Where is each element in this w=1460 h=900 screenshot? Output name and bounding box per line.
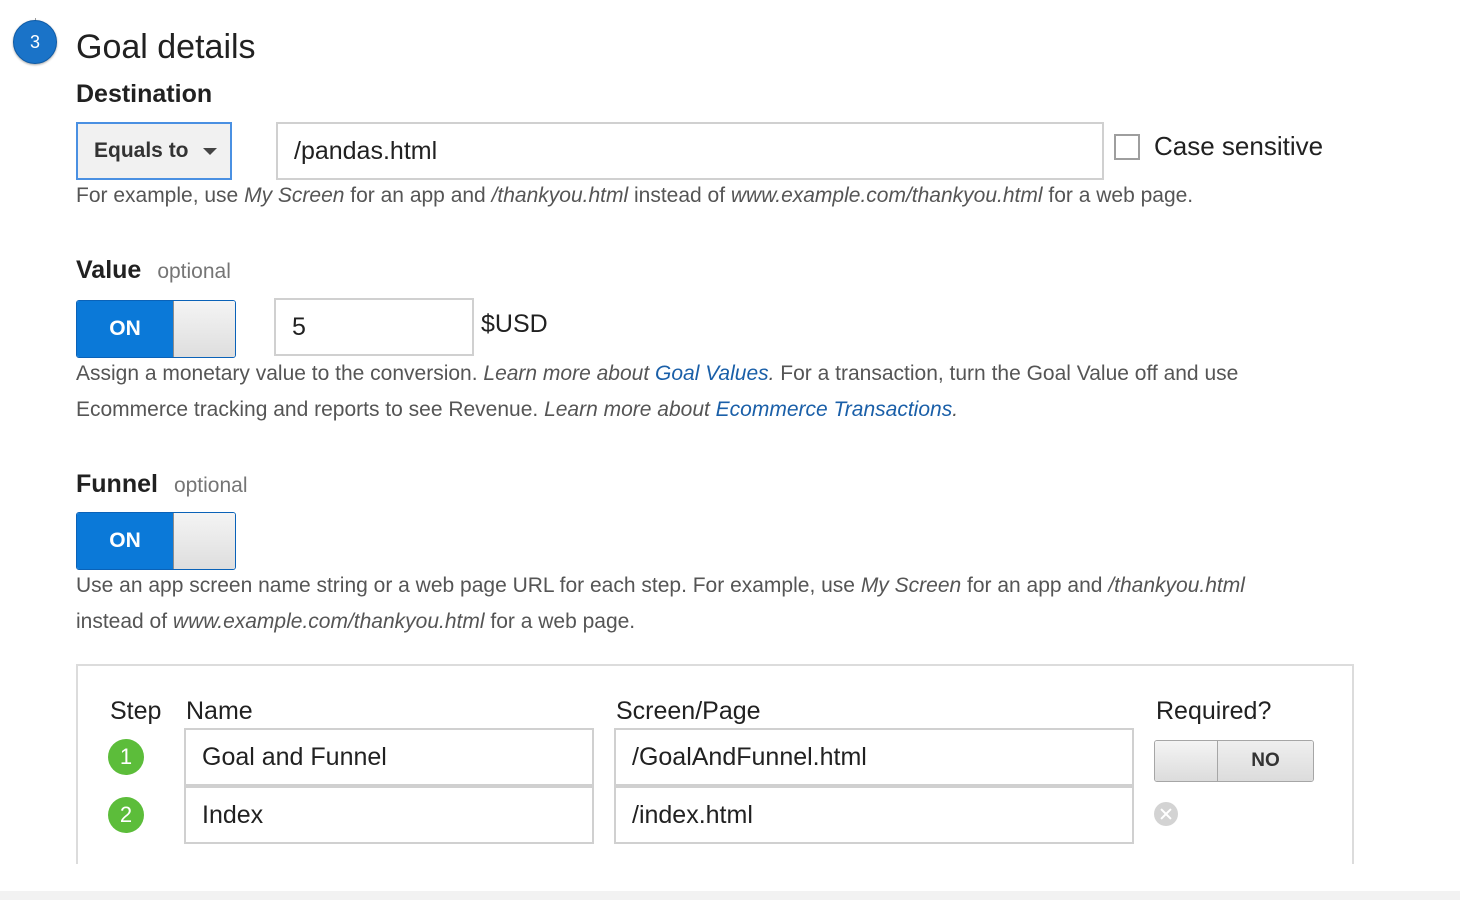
step-number-badge: 3 (13, 20, 57, 64)
destination-input-value: /pandas.html (294, 136, 438, 165)
match-type-dropdown[interactable]: Equals to (76, 122, 232, 180)
value-help-text: Assign a monetary value to the conversio… (76, 362, 1239, 421)
destination-help-text: For example, use My Screen for an app an… (76, 184, 1194, 207)
goal-values-link[interactable]: Goal Values (655, 362, 769, 385)
destination-input[interactable]: /pandas.html (276, 122, 1104, 180)
step-2-name-input[interactable]: Index (184, 786, 594, 844)
value-amount: 5 (292, 312, 306, 341)
ecommerce-transactions-link[interactable]: Ecommerce Transactions (716, 398, 953, 421)
value-toggle-on-label: ON (77, 301, 173, 357)
value-label: Value (76, 256, 142, 284)
funnel-label: Funnel (76, 470, 158, 498)
step-1-screen: /GoalAndFunnel.html (632, 742, 867, 771)
value-toggle-knob (173, 301, 235, 357)
destination-label: Destination (76, 80, 213, 108)
value-toggle[interactable]: ON (76, 300, 236, 358)
value-heading: Value optional (76, 256, 231, 285)
step-2-name: Index (202, 800, 264, 829)
step-1-required-toggle[interactable]: NO (1154, 740, 1314, 782)
funnel-toggle-on-label: ON (77, 513, 173, 569)
page-bottom-strip (0, 891, 1460, 900)
step-1-name-input[interactable]: Goal and Funnel (184, 728, 594, 786)
required-toggle-knob (1155, 741, 1218, 781)
required-toggle-no-label: NO (1218, 741, 1313, 781)
step-2-screen: /index.html (632, 800, 753, 829)
column-header-name: Name (186, 697, 253, 725)
value-optional-label: optional (157, 260, 231, 283)
case-sensitive-label: Case sensitive (1154, 131, 1324, 161)
currency-label: $USD (481, 310, 548, 338)
remove-step-icon[interactable] (1154, 802, 1178, 826)
step-number-2: 2 (108, 797, 144, 833)
step-number-1: 1 (108, 739, 144, 775)
funnel-toggle-knob (173, 513, 235, 569)
column-header-screen: Screen/Page (616, 697, 761, 725)
funnel-optional-label: optional (173, 474, 248, 497)
funnel-toggle[interactable]: ON (76, 512, 236, 570)
column-header-step: Step (110, 697, 162, 725)
case-sensitive-checkbox[interactable] (1114, 134, 1140, 160)
step-2-screen-input[interactable]: /index.html (614, 786, 1134, 844)
funnel-help-text: Use an app screen name string or a web p… (76, 574, 1245, 633)
value-amount-input[interactable]: 5 (274, 298, 474, 356)
step-1-screen-input[interactable]: /GoalAndFunnel.html (614, 728, 1134, 786)
match-type-value: Equals to (94, 139, 189, 162)
page-title: Goal details (76, 28, 256, 66)
funnel-heading: Funnel optional (76, 470, 248, 499)
column-header-required: Required? (1156, 697, 1272, 725)
step-1-name: Goal and Funnel (202, 742, 387, 771)
chevron-down-icon (202, 147, 217, 155)
